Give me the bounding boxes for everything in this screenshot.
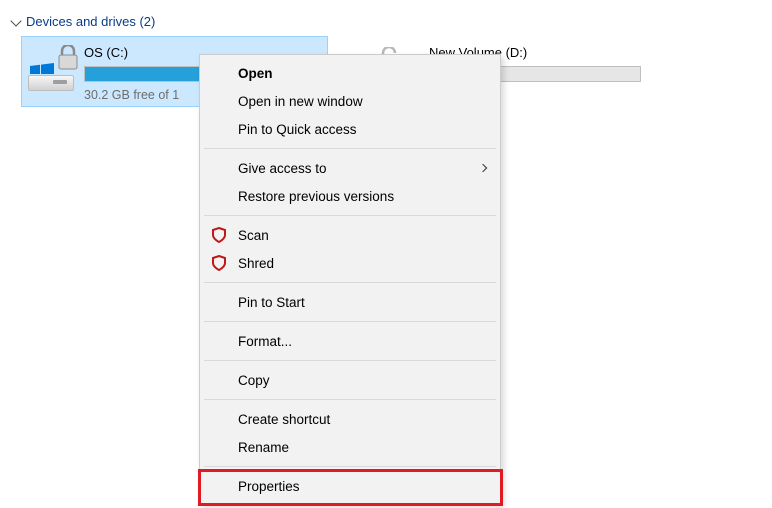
menu-give-access-to[interactable]: Give access to: [202, 154, 498, 182]
drive-c-icon: [28, 45, 74, 91]
menu-scan[interactable]: Scan: [202, 221, 498, 249]
menu-restore-previous-versions[interactable]: Restore previous versions: [202, 182, 498, 210]
menu-separator: [204, 215, 496, 216]
menu-pin-to-start[interactable]: Pin to Start: [202, 288, 498, 316]
menu-separator: [204, 321, 496, 322]
menu-open[interactable]: Open: [202, 59, 498, 87]
menu-pin-quick-access[interactable]: Pin to Quick access: [202, 115, 498, 143]
mcafee-shield-icon: [210, 226, 228, 244]
mcafee-shield-icon: [210, 254, 228, 272]
chevron-right-icon: [479, 164, 487, 172]
context-menu: Open Open in new window Pin to Quick acc…: [199, 54, 501, 505]
lock-icon: [58, 45, 78, 71]
drive-c-usage-fill: [85, 67, 214, 81]
menu-create-shortcut[interactable]: Create shortcut: [202, 405, 498, 433]
group-title: Devices and drives (2): [26, 14, 155, 29]
menu-shred[interactable]: Shred: [202, 249, 498, 277]
menu-properties[interactable]: Properties: [202, 472, 498, 500]
menu-open-new-window[interactable]: Open in new window: [202, 87, 498, 115]
menu-separator: [204, 148, 496, 149]
menu-copy[interactable]: Copy: [202, 366, 498, 394]
devices-group-header[interactable]: Devices and drives (2): [0, 0, 772, 37]
menu-separator: [204, 466, 496, 467]
chevron-down-icon: [10, 15, 21, 26]
menu-separator: [204, 360, 496, 361]
menu-separator: [204, 282, 496, 283]
menu-separator: [204, 399, 496, 400]
menu-rename[interactable]: Rename: [202, 433, 498, 461]
menu-format[interactable]: Format...: [202, 327, 498, 355]
